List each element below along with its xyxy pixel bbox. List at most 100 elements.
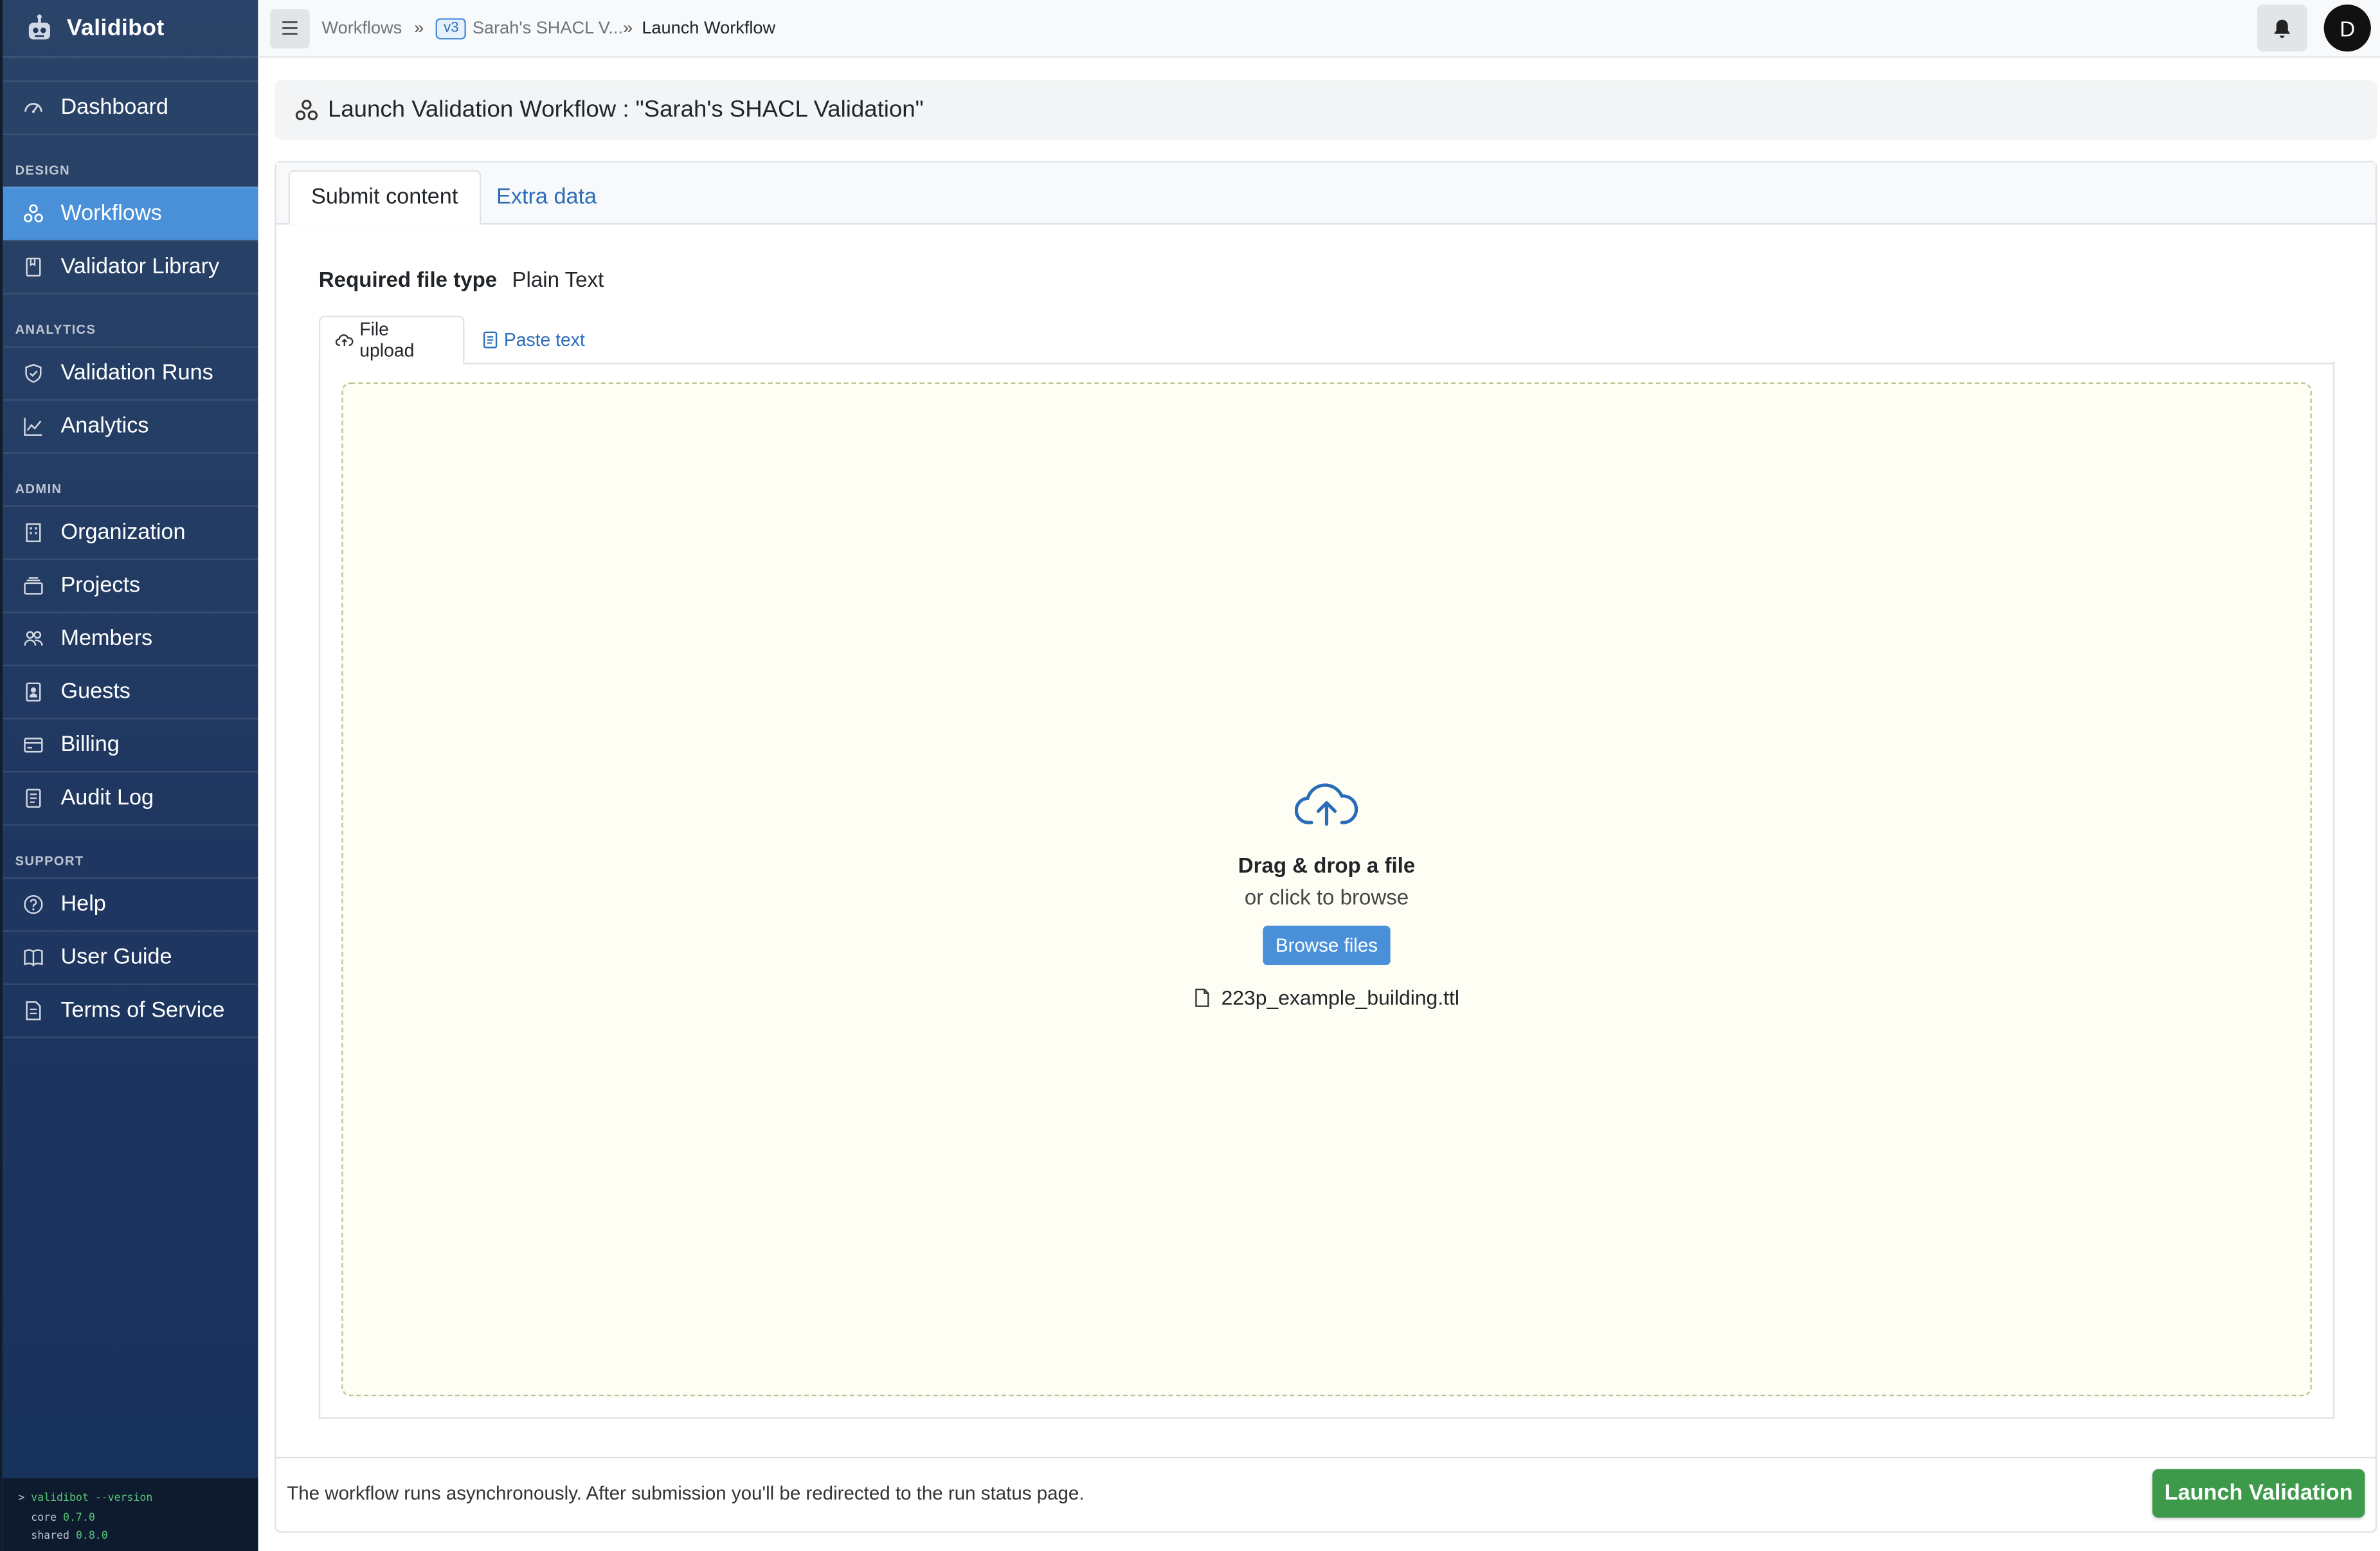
breadcrumb-separator: » bbox=[623, 19, 633, 37]
terminal-core-version: 0.7.0 bbox=[63, 1510, 95, 1523]
line-chart-icon bbox=[24, 417, 42, 436]
sidebar-item-label: Validator Library bbox=[60, 255, 220, 280]
input-mode-tabs: File upload Paste text bbox=[318, 315, 2335, 365]
dropzone-title: Drag & drop a file bbox=[1238, 853, 1416, 878]
sidebar-item-label: Billing bbox=[60, 732, 120, 757]
journal-icon bbox=[26, 788, 41, 808]
sidebar-item-guests[interactable]: Guests bbox=[3, 664, 258, 718]
launch-validation-button[interactable]: Launch Validation bbox=[2152, 1469, 2365, 1518]
sidebar-item-organization[interactable]: Organization bbox=[3, 505, 258, 559]
gauge-icon bbox=[24, 103, 42, 113]
cloud-upload-icon bbox=[1294, 783, 1358, 826]
nav-design: Workflows Validator Library bbox=[3, 186, 258, 295]
section-label-admin: ADMIN bbox=[15, 481, 62, 496]
terminal-shared-label: shared bbox=[31, 1529, 69, 1542]
sidebar-item-terms-of-service[interactable]: Terms of Service bbox=[3, 983, 258, 1039]
sidebar-item-label: Audit Log bbox=[60, 786, 154, 811]
id-badge-icon bbox=[26, 682, 41, 702]
question-circle-icon bbox=[24, 894, 43, 914]
brand[interactable]: Validibot bbox=[3, 0, 258, 58]
sidebar-item-projects[interactable]: Projects bbox=[3, 558, 258, 612]
terminal-shared-line: shared 0.8.0 bbox=[18, 1527, 258, 1546]
bell-icon bbox=[2274, 19, 2291, 37]
sidebar-item-label: Validation Runs bbox=[60, 361, 213, 386]
dropzone-content: Drag & drop a file or click to browse Br… bbox=[343, 781, 2311, 1009]
workflow-icon bbox=[23, 204, 43, 222]
section-label-analytics: ANALYTICS bbox=[15, 322, 96, 337]
tab-paste-text[interactable]: Paste text bbox=[467, 316, 600, 363]
sidebar-item-dashboard[interactable]: Dashboard bbox=[3, 80, 258, 136]
sidebar: Validibot Dashboard DESIGN Workflows Val… bbox=[0, 0, 258, 1551]
robot-logo-icon bbox=[28, 14, 50, 39]
launch-card: Submit content Extra data Required file … bbox=[275, 161, 2377, 1533]
workflow-icon bbox=[295, 98, 318, 120]
terminal-command: validibot --version bbox=[31, 1491, 153, 1504]
page-title-bar: Launch Validation Workflow : "Sarah's SH… bbox=[275, 80, 2377, 140]
browse-files-button[interactable]: Browse files bbox=[1263, 925, 1390, 966]
sidebar-item-label: User Guide bbox=[60, 945, 172, 970]
tab-submit-content[interactable]: Submit content bbox=[288, 170, 481, 225]
sidebar-item-members[interactable]: Members bbox=[3, 612, 258, 665]
required-file-type-label: Required file type bbox=[318, 267, 498, 292]
tab-file-upload-label: File upload bbox=[359, 318, 415, 361]
topbar: Workflows » v3 Sarah's SHACL V... » Laun… bbox=[258, 0, 2380, 58]
page-title: Launch Validation Workflow : "Sarah's SH… bbox=[327, 96, 924, 122]
nav-support: Help User Guide Terms of Service bbox=[3, 877, 258, 1039]
breadcrumb-workflow-link[interactable]: Sarah's SHACL V... bbox=[473, 19, 623, 37]
bookmark-book-icon bbox=[26, 257, 41, 277]
sidebar-item-label: Workflows bbox=[60, 201, 162, 226]
required-file-type: Required file type Plain Text bbox=[319, 267, 604, 291]
sidebar-item-help[interactable]: Help bbox=[3, 877, 258, 930]
sidebar-item-analytics[interactable]: Analytics bbox=[3, 399, 258, 454]
section-label-support: SUPPORT bbox=[15, 853, 84, 868]
selected-file-name: 223p_example_building.ttl bbox=[1221, 986, 1459, 1010]
sidebar-item-workflows[interactable]: Workflows bbox=[3, 186, 258, 240]
terminal-core-label: core bbox=[31, 1510, 57, 1523]
version-terminal: > validibot --version core 0.7.0 shared … bbox=[3, 1478, 258, 1551]
breadcrumb: Workflows » v3 Sarah's SHACL V... » Laun… bbox=[322, 17, 776, 39]
sidebar-item-label: Dashboard bbox=[60, 95, 168, 120]
terminal-prompt: > bbox=[18, 1491, 32, 1504]
sidebar-item-label: Analytics bbox=[60, 414, 149, 439]
app-root: Validibot Dashboard DESIGN Workflows Val… bbox=[0, 0, 2380, 1551]
nav-admin: Organization Projects Members Guests Bil… bbox=[3, 505, 258, 826]
shield-check-icon bbox=[25, 363, 42, 383]
sidebar-item-label: Guests bbox=[60, 680, 131, 705]
tab-extra-data[interactable]: Extra data bbox=[475, 170, 618, 223]
selected-file: 223p_example_building.ttl bbox=[343, 986, 2311, 1009]
sidebar-item-validator-library[interactable]: Validator Library bbox=[3, 239, 258, 295]
notifications-button[interactable] bbox=[2257, 5, 2307, 52]
nav-top: Dashboard bbox=[3, 80, 258, 136]
tab-paste-text-label: Paste text bbox=[503, 328, 585, 350]
sidebar-item-label: Organization bbox=[60, 520, 186, 545]
credit-card-icon bbox=[24, 738, 43, 753]
sidebar-item-validation-runs[interactable]: Validation Runs bbox=[3, 346, 258, 399]
sidebar-toggle-button[interactable] bbox=[270, 8, 310, 48]
upload-panel: Drag & drop a file or click to browse Br… bbox=[318, 361, 2335, 1419]
content-tabs: Submit content Extra data bbox=[276, 162, 2375, 225]
breadcrumb-workflows-link[interactable]: Workflows bbox=[322, 19, 402, 37]
sidebar-item-label: Projects bbox=[60, 574, 141, 598]
building-icon bbox=[26, 523, 41, 543]
nav-analytics: Validation Runs Analytics bbox=[3, 346, 258, 454]
breadcrumb-separator: » bbox=[414, 19, 424, 37]
tab-file-upload[interactable]: File upload bbox=[318, 315, 465, 365]
card-footer: The workflow runs asynchronously. After … bbox=[276, 1456, 2375, 1532]
sidebar-item-label: Help bbox=[60, 892, 106, 917]
required-file-type-value: Plain Text bbox=[512, 267, 604, 292]
document-text-icon bbox=[483, 331, 498, 348]
dropzone-subtitle: or click to browse bbox=[1244, 884, 1409, 909]
sidebar-item-label: Members bbox=[60, 626, 153, 651]
sidebar-item-audit-log[interactable]: Audit Log bbox=[3, 770, 258, 826]
version-badge: v3 bbox=[436, 17, 467, 39]
app-name: Validibot bbox=[66, 15, 165, 41]
cloud-upload-icon bbox=[335, 334, 354, 347]
file-dropzone[interactable]: Drag & drop a file or click to browse Br… bbox=[341, 382, 2312, 1397]
sidebar-item-billing[interactable]: Billing bbox=[3, 718, 258, 771]
sidebar-item-user-guide[interactable]: User Guide bbox=[3, 930, 258, 984]
stack-icon bbox=[24, 577, 43, 595]
section-label-design: DESIGN bbox=[15, 162, 71, 178]
breadcrumb-current: Launch Workflow bbox=[642, 19, 776, 37]
user-avatar[interactable]: D bbox=[2323, 5, 2371, 52]
file-icon bbox=[1195, 988, 1209, 1007]
